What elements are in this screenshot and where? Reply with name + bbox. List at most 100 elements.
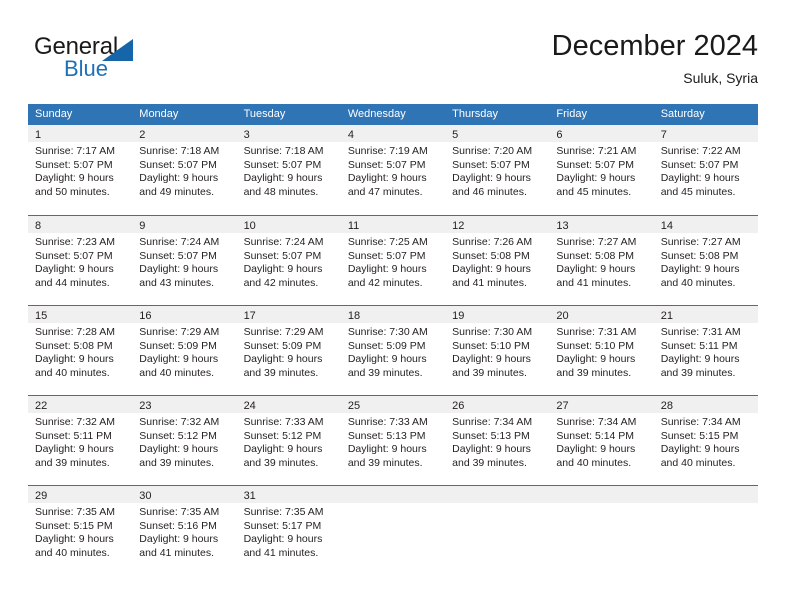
day-cell[interactable]: 25 Sunrise: 7:33 AM Sunset: 5:13 PM Dayligh… [340,396,446,486]
sunset-text: Sunset: 5:12 PM [243,429,322,442]
day-number: 14 [660,220,673,232]
day-cell[interactable]: 13 Sunrise: 7:27 AM Sunset: 5:08 PM Dayligh… [549,216,654,306]
daylight-text: Daylight: 9 hours [660,443,740,456]
sunset-text: Sunset: 5:08 PM [660,249,739,262]
calendar-body: 1 Sunrise: 7:17 AM Sunset: 5:07 PM Daylight… [28,125,758,575]
day-number: 12 [452,220,465,232]
sunrise-text: Sunrise: 7:24 AM [139,236,220,248]
day-cell[interactable]: 10 Sunrise: 7:24 AM Sunset: 5:07 PM Dayligh… [236,216,341,306]
day-detail-lines: Sunrise: 7:26 AM Sunset: 5:08 PM Daylight:… [445,233,549,290]
daylight-text: and 39 minutes. [243,366,319,379]
day-number: 25 [347,400,361,412]
day-number: 18 [347,310,361,322]
day-cell[interactable]: 17 Sunrise: 7:29 AM Sunset: 5:09 PM Dayligh… [236,306,341,396]
title-block: December 2024 Suluk, Syria [552,28,758,88]
day-number-band: 29 [28,486,133,503]
day-cell[interactable]: 12 Sunrise: 7:26 AM Sunset: 5:08 PM Dayligh… [445,216,550,306]
day-number-band: 13 [549,216,654,233]
sunset-text: Sunset: 5:07 PM [243,249,322,262]
day-cell[interactable]: 28 Sunrise: 7:34 AM Sunset: 5:15 PM Dayligh… [653,396,758,486]
day-cell[interactable]: 9 Sunrise: 7:24 AM Sunset: 5:07 PM Daylight… [132,216,237,306]
day-cell[interactable]: 18 Sunrise: 7:30 AM Sunset: 5:09 PM Dayligh… [340,306,446,396]
daylight-text: Daylight: 9 hours [35,172,114,185]
day-cell[interactable]: 3 Sunrise: 7:18 AM Sunset: 5:07 PM Daylight… [236,125,341,215]
weekday-header-thursday: Thursday [452,108,498,120]
day-cell[interactable]: 27 Sunrise: 7:34 AM Sunset: 5:14 PM Dayligh… [549,396,654,486]
day-detail-lines: Sunrise: 7:33 AM Sunset: 5:13 PM Daylight:… [341,413,445,470]
day-number-band: 17 [236,306,341,323]
day-detail-lines: Sunrise: 7:34 AM Sunset: 5:15 PM Daylight:… [654,413,758,470]
day-number: 30 [139,490,152,502]
day-cell[interactable]: 24 Sunrise: 7:33 AM Sunset: 5:12 PM Dayligh… [236,396,341,486]
day-cell[interactable]: 7 Sunrise: 7:22 AM Sunset: 5:07 PM Daylight… [653,125,758,215]
day-cell[interactable]: 19 Sunrise: 7:30 AM Sunset: 5:10 PM Dayligh… [445,306,550,396]
day-cell[interactable]: 14 Sunrise: 7:27 AM Sunset: 5:08 PM Dayligh… [653,216,758,306]
day-number-band: 4 [340,125,446,142]
day-cell[interactable]: 23 Sunrise: 7:32 AM Sunset: 5:12 PM Dayligh… [132,396,237,486]
day-cell[interactable]: 1 Sunrise: 7:17 AM Sunset: 5:07 PM Daylight… [28,125,133,215]
general-blue-logo[interactable]: General Blue [34,34,214,86]
day-number: 5 [452,129,459,141]
day-cell[interactable]: 4 Sunrise: 7:19 AM Sunset: 5:07 PM Daylight… [340,125,446,215]
daylight-text: and 40 minutes. [139,366,214,379]
day-number: 1 [35,129,42,141]
sunrise-text: Sunrise: 7:18 AM [139,145,220,157]
day-number-band: 2 [132,125,237,142]
day-cell[interactable]: 6 Sunrise: 7:21 AM Sunset: 5:07 PM Daylight… [549,125,654,215]
day-number: 27 [556,400,569,412]
day-detail-lines [341,503,445,506]
day-detail-lines: Sunrise: 7:31 AM Sunset: 5:10 PM Daylight:… [549,323,653,380]
sunset-text: Sunset: 5:07 PM [556,158,635,171]
day-number-band: 8 [28,216,133,233]
week-row: 15 Sunrise: 7:28 AM Sunset: 5:08 PM Dayligh… [28,305,758,395]
day-cell[interactable]: 29 Sunrise: 7:35 AM Sunset: 5:15 PM Dayligh… [28,486,133,576]
day-cell[interactable]: 2 Sunrise: 7:18 AM Sunset: 5:07 PM Daylight… [132,125,237,215]
day-number: 15 [35,310,48,322]
day-number-band: 27 [549,396,654,413]
day-number-band [445,486,550,503]
day-cell[interactable]: 8 Sunrise: 7:23 AM Sunset: 5:07 PM Daylight… [28,216,133,306]
day-number-band: 24 [236,396,341,413]
day-number: 23 [139,400,152,412]
day-number-band: 18 [340,306,446,323]
sunrise-text: Sunrise: 7:31 AM [556,326,637,338]
day-number-band: 19 [445,306,550,323]
sunrise-text: Sunrise: 7:28 AM [35,326,115,338]
daylight-text: Daylight: 9 hours [35,443,114,456]
day-cell[interactable]: 30 Sunrise: 7:35 AM Sunset: 5:16 PM Dayligh… [132,486,237,576]
day-number-band: 16 [132,306,237,323]
day-detail-lines [445,503,549,506]
sunset-text: Sunset: 5:07 PM [139,249,217,262]
day-cell[interactable]: 15 Sunrise: 7:28 AM Sunset: 5:08 PM Dayligh… [28,306,133,396]
day-cell-empty [445,486,550,576]
sunrise-text: Sunrise: 7:29 AM [243,326,324,338]
day-number-band: 23 [132,396,237,413]
day-number-band: 6 [549,125,654,142]
day-cell[interactable]: 22 Sunrise: 7:32 AM Sunset: 5:11 PM Dayligh… [28,396,133,486]
sunrise-text: Sunrise: 7:34 AM [556,416,637,428]
sunset-text: Sunset: 5:13 PM [452,429,530,442]
day-number: 29 [35,490,48,502]
sunset-text: Sunset: 5:07 PM [452,158,530,171]
day-number-band [653,486,758,503]
day-number-band: 21 [653,306,758,323]
day-cell[interactable]: 31 Sunrise: 7:35 AM Sunset: 5:17 PM Dayligh… [236,486,341,576]
day-cell[interactable]: 21 Sunrise: 7:31 AM Sunset: 5:11 PM Dayligh… [653,306,758,396]
week-cells: 22 Sunrise: 7:32 AM Sunset: 5:11 PM Dayligh… [28,396,758,486]
day-cell[interactable]: 11 Sunrise: 7:25 AM Sunset: 5:07 PM Dayligh… [340,216,446,306]
day-cell[interactable]: 20 Sunrise: 7:31 AM Sunset: 5:10 PM Dayligh… [549,306,654,396]
daylight-text: and 46 minutes. [452,185,527,198]
day-number: 21 [660,310,673,322]
day-number-band: 20 [549,306,654,323]
sunrise-text: Sunrise: 7:29 AM [139,326,220,338]
weekday-header-row: Sunday Monday Tuesday Wednesday Thursday Frid… [28,104,758,125]
daylight-text: and 40 minutes. [660,276,736,289]
day-cell[interactable]: 5 Sunrise: 7:20 AM Sunset: 5:07 PM Daylight… [445,125,550,215]
day-cell[interactable]: 16 Sunrise: 7:29 AM Sunset: 5:09 PM Dayligh… [132,306,237,396]
day-number: 16 [139,310,152,322]
day-cell[interactable]: 26 Sunrise: 7:34 AM Sunset: 5:13 PM Dayligh… [445,396,550,486]
weekday-header-monday: Monday [139,108,179,120]
weekday-header-wednesday: Wednesday [347,108,406,120]
day-cell-empty [549,486,654,576]
sunrise-text: Sunrise: 7:33 AM [347,416,428,428]
